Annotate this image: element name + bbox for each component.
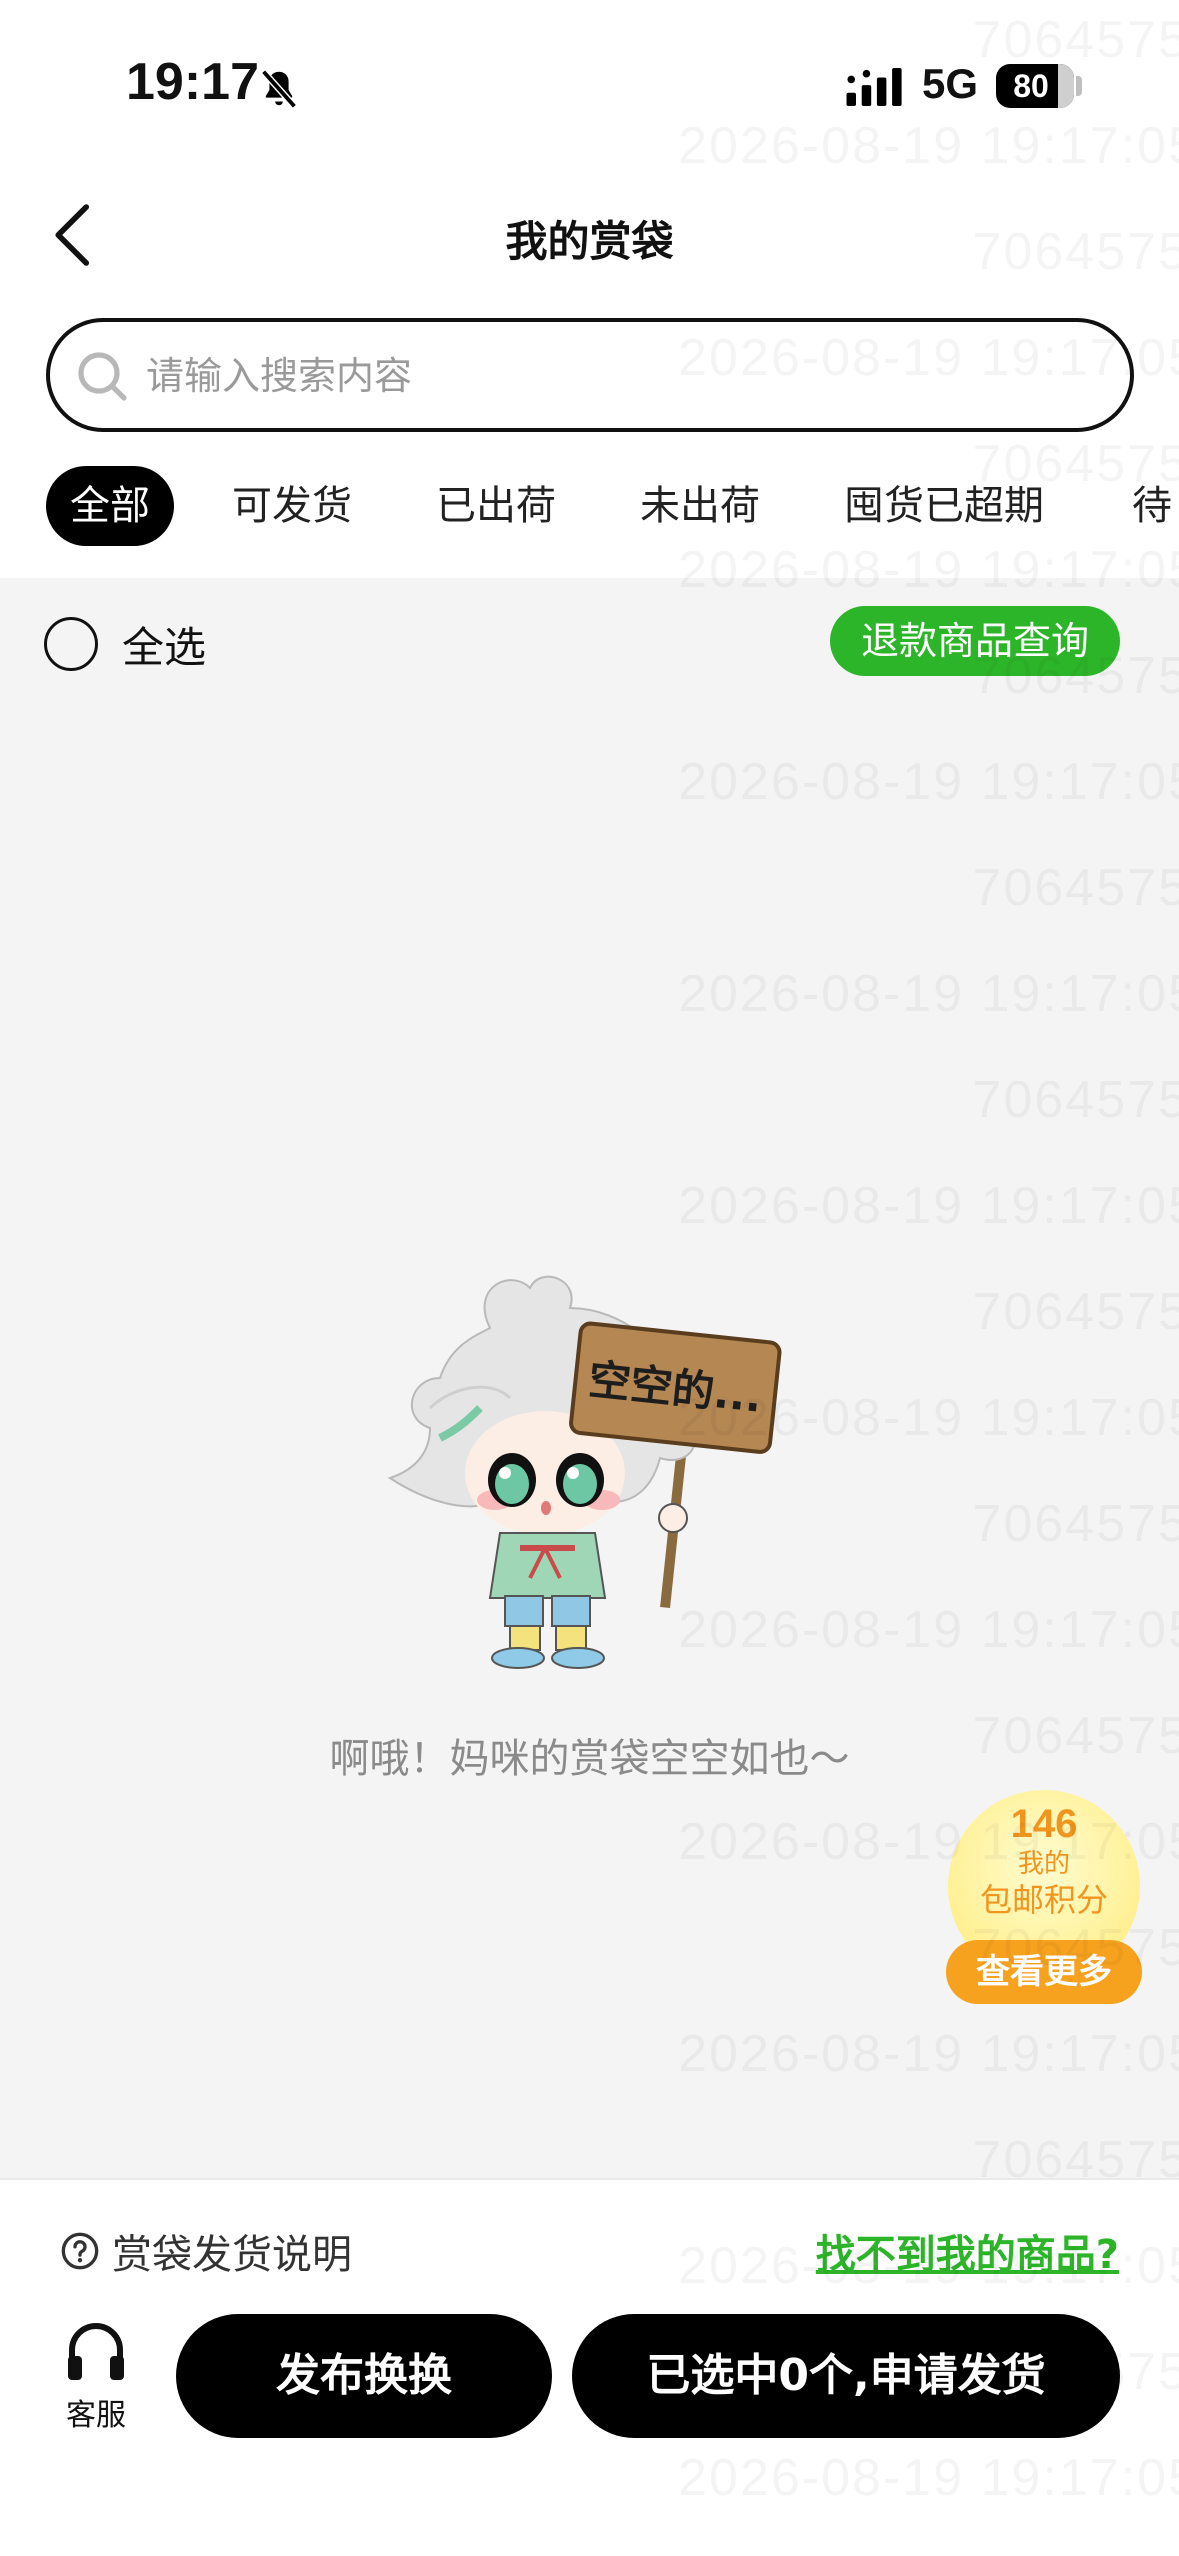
select-all[interactable]: 全选	[44, 614, 206, 674]
headset-icon	[68, 2323, 124, 2380]
search-box[interactable]	[46, 318, 1134, 432]
tab-shipped[interactable]: 已出荷	[436, 466, 556, 546]
cant-find-item-link[interactable]: 找不到我的商品?	[816, 2222, 1119, 2280]
empty-mascot-illustration: 空空的...	[387, 1275, 782, 1669]
customer-service-button[interactable]: 客服	[60, 2320, 132, 2434]
shipping-help-label: 赏袋发货说明	[112, 2232, 352, 2278]
bottom-bar: 赏袋发货说明 找不到我的商品? 客服 发布换换 已选中0个,申请发货	[0, 2178, 1179, 2556]
points-label: 包邮积分	[979, 1881, 1108, 1919]
tab-stock-overdue[interactable]: 囤货已超期	[844, 466, 1044, 546]
select-all-radio[interactable]	[44, 617, 98, 671]
shipping-help-link[interactable]: 赏袋发货说明	[60, 2222, 352, 2280]
search-input[interactable]	[146, 344, 1046, 408]
page-title: 我的赏袋	[505, 217, 674, 266]
content-area: 全选 退款商品查询 空空的... 啊哦！妈咪的赏袋空空如也～ 146 我的 包邮…	[0, 578, 1179, 2178]
shipping-points-widget[interactable]: 146 我的 包邮积分 查看更多	[946, 1790, 1144, 2010]
select-all-label: 全选	[122, 622, 207, 672]
status-bar: 19:17 5G 80	[0, 0, 1179, 170]
apply-shipping-button[interactable]: 已选中0个,申请发货	[572, 2314, 1120, 2438]
signal-icon	[846, 68, 902, 106]
empty-message: 啊哦！妈咪的赏袋空空如也～	[329, 1736, 850, 1782]
network-label: 5G	[922, 60, 979, 107]
battery-level: 80	[1013, 68, 1049, 104]
refund-query-button[interactable]: 退款商品查询	[830, 606, 1120, 676]
tab-not-shipped[interactable]: 未出荷	[640, 466, 760, 546]
points-value: 146	[1010, 1802, 1078, 1846]
points-sub-label: 我的	[1017, 1849, 1070, 1879]
tab-all[interactable]: 全部	[46, 466, 174, 546]
customer-service-label: 客服	[66, 2398, 126, 2433]
filter-tabs: 全部 可发货 已出荷 未出荷 囤货已超期 待	[0, 466, 1179, 550]
tab-pending[interactable]: 待	[1132, 466, 1172, 546]
tab-shippable[interactable]: 可发货	[232, 466, 352, 546]
publish-exchange-button[interactable]: 发布换换	[176, 2314, 552, 2438]
bell-off-icon	[261, 69, 297, 109]
battery-tip	[1076, 76, 1082, 96]
search-icon	[78, 352, 127, 401]
view-more-button[interactable]: 查看更多	[946, 1940, 1142, 2004]
question-circle-icon	[61, 2232, 99, 2270]
status-time: 19:17	[126, 53, 259, 111]
battery-icon: 80	[996, 64, 1074, 108]
